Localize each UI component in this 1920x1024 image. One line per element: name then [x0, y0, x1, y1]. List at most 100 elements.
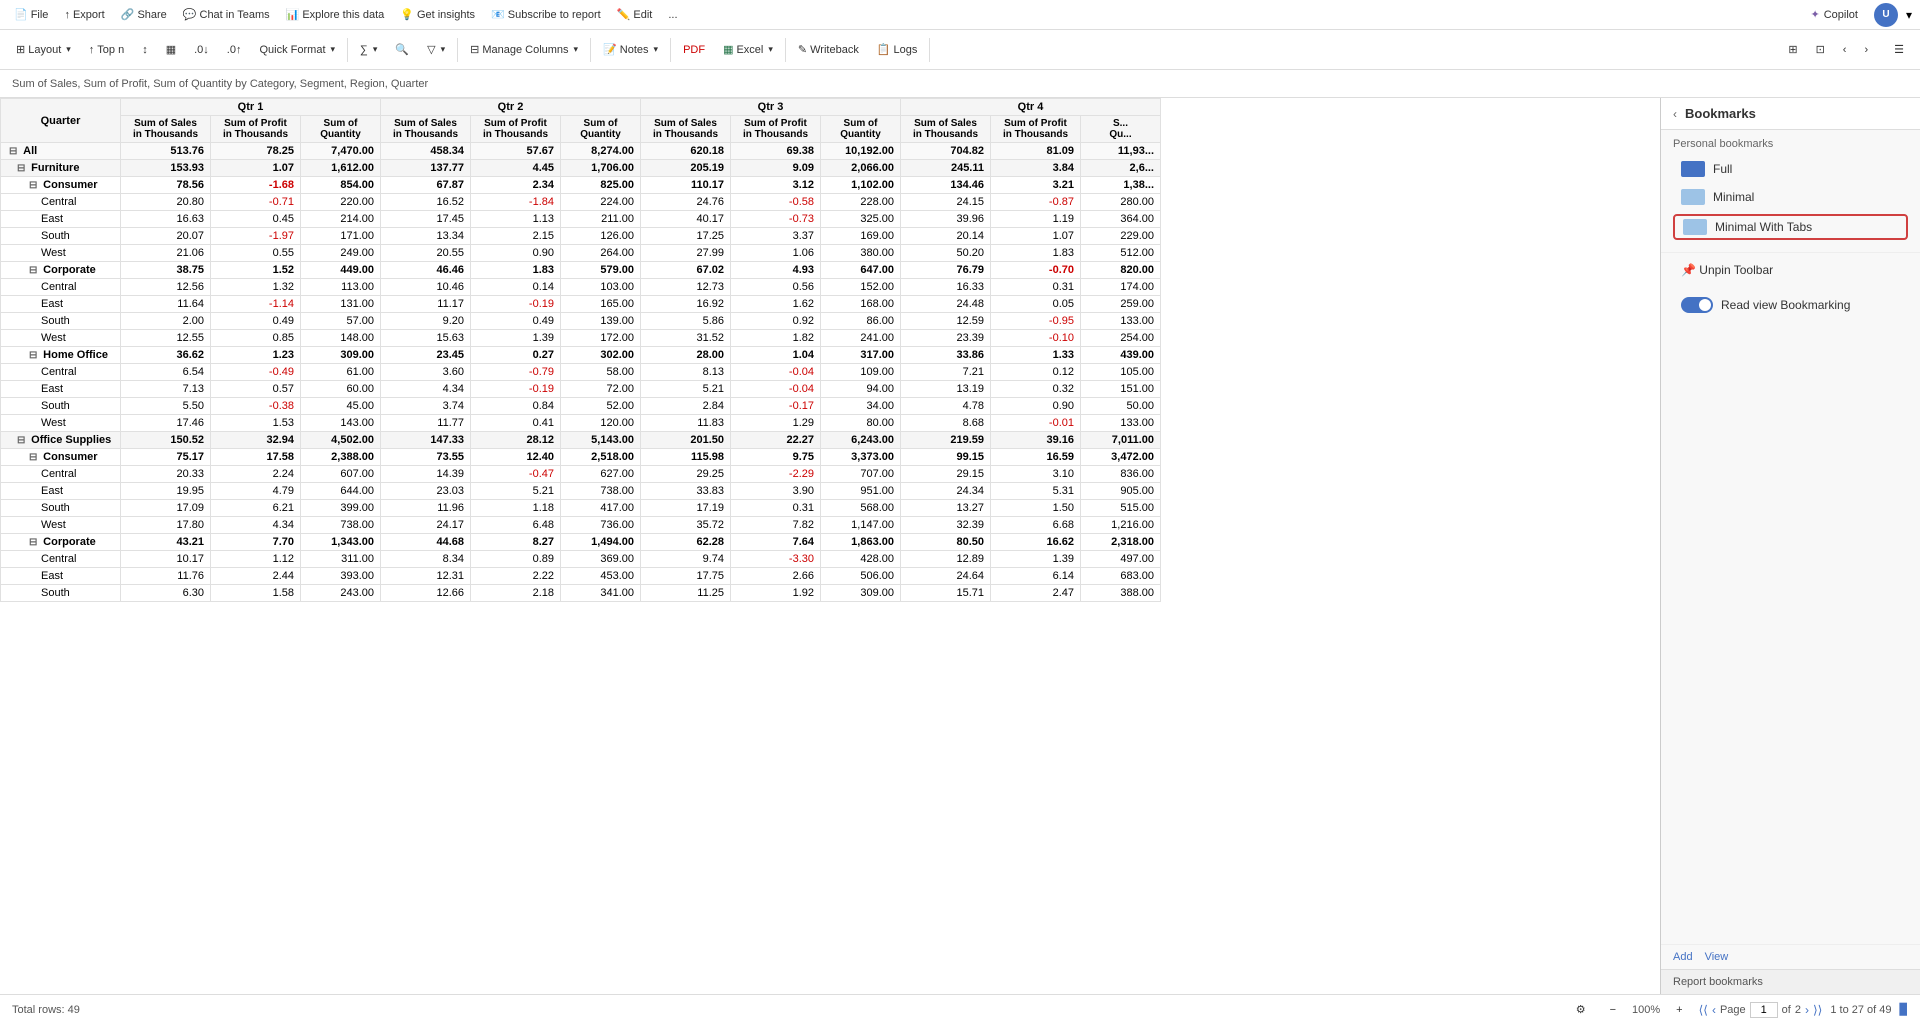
row-value: 1,216.00 — [1081, 517, 1161, 534]
top-n-button[interactable]: ↑ Top n — [81, 41, 132, 59]
menu-edit[interactable]: ✏️ Edit — [611, 6, 659, 23]
menu-explore[interactable]: 📊 Explore this data — [280, 6, 391, 23]
row-value: 0.31 — [731, 500, 821, 517]
row-label: South — [1, 228, 121, 245]
pdf-button[interactable]: PDF — [675, 41, 713, 59]
sum-button[interactable]: ∑ — [352, 41, 385, 59]
bookmark-full[interactable]: Full — [1673, 156, 1908, 182]
section-title: Personal bookmarks — [1673, 138, 1908, 150]
row-value: 0.85 — [211, 330, 301, 347]
view-tab[interactable]: View — [1701, 949, 1733, 965]
prev-page-button[interactable]: ‹ — [1712, 1003, 1716, 1017]
menu-export[interactable]: ↑ Export — [58, 7, 110, 23]
excel-button[interactable]: ▦ Excel — [715, 40, 781, 59]
decimal-down-button[interactable]: .0↓ — [186, 41, 217, 59]
expand-row-icon[interactable]: ⊟ — [9, 146, 20, 157]
row-value: 820.00 — [1081, 262, 1161, 279]
row-value: 0.45 — [211, 211, 301, 228]
copilot-button[interactable]: ✦ Copilot — [1803, 5, 1866, 24]
expand-panel-button[interactable]: ⊞ — [1780, 40, 1805, 59]
page-input[interactable] — [1750, 1002, 1778, 1018]
divider-1 — [347, 38, 348, 62]
q2-sales-header: Sum of Salesin Thousands — [381, 116, 471, 143]
table-container[interactable]: Quarter Qtr 1 Qtr 2 Qtr 3 Qtr 4 Sum of S… — [0, 98, 1660, 994]
bookmark-minimal-tabs[interactable]: Minimal With Tabs — [1673, 214, 1908, 240]
writeback-button[interactable]: ✎ Writeback — [790, 40, 867, 59]
read-view-row[interactable]: Read view Bookmarking — [1661, 287, 1920, 323]
expand-row-icon[interactable]: ⊟ — [17, 435, 28, 446]
sort-asc-button[interactable]: ↕ — [134, 41, 156, 59]
row-label: ⊟ Corporate — [1, 534, 121, 551]
menu-subscribe[interactable]: 📧 Subscribe to report — [485, 6, 607, 23]
table-row: ⊟ All513.7678.257,470.00458.3457.678,274… — [1, 143, 1161, 160]
row-value: 4.34 — [211, 517, 301, 534]
view-mode-button[interactable]: ⊡ — [1808, 40, 1833, 59]
zoom-in-button[interactable]: + — [1668, 1001, 1690, 1019]
manage-columns-button[interactable]: ⊟ Manage Columns — [462, 40, 586, 59]
row-value: -0.58 — [731, 194, 821, 211]
row-value: 1.18 — [471, 500, 561, 517]
notes-button[interactable]: 📝 Notes — [595, 40, 666, 59]
page-of-label: of — [1782, 1004, 1791, 1016]
row-value: 2.18 — [471, 585, 561, 602]
logs-button[interactable]: 📋 Logs — [869, 40, 926, 59]
report-bookmarks-footer[interactable]: Report bookmarks — [1661, 969, 1920, 994]
decimal-up-button[interactable]: .0↑ — [219, 41, 250, 59]
nav-left-button[interactable]: ‹ — [1835, 41, 1855, 59]
unpin-toolbar-button[interactable]: 📌 Unpin Toolbar — [1673, 257, 1908, 283]
row-value: 224.00 — [561, 194, 641, 211]
search-button[interactable]: 🔍 — [387, 40, 417, 59]
chevron-down-icon[interactable]: ▾ — [1906, 8, 1912, 22]
expand-row-icon[interactable]: ⊟ — [17, 163, 28, 174]
row-value: 8.13 — [641, 364, 731, 381]
writeback-icon: ✎ — [798, 43, 807, 56]
zoom-out-button[interactable]: − — [1602, 1001, 1624, 1019]
settings-button[interactable]: ⚙ — [1568, 1000, 1594, 1019]
row-value: 5.50 — [121, 398, 211, 415]
menu-chat-teams[interactable]: 💬 Chat in Teams — [177, 6, 276, 23]
row-value: 2.22 — [471, 568, 561, 585]
add-tab[interactable]: Add — [1669, 949, 1697, 965]
qtr3-header: Qtr 3 — [641, 99, 901, 116]
nav-right-button[interactable]: › — [1856, 41, 1876, 59]
expand-row-icon[interactable]: ⊟ — [29, 537, 40, 548]
row-value: 254.00 — [1081, 330, 1161, 347]
expand-row-icon[interactable]: ⊟ — [29, 350, 40, 361]
bookmark-list-button[interactable]: ☰ — [1886, 40, 1912, 59]
expand-row-icon[interactable]: ⊟ — [29, 452, 40, 463]
row-value: 67.02 — [641, 262, 731, 279]
menu-insights[interactable]: 💡 Get insights — [394, 6, 481, 23]
read-view-toggle[interactable] — [1681, 297, 1713, 313]
menu-file[interactable]: 📄 File — [8, 6, 54, 23]
row-value: 1.53 — [211, 415, 301, 432]
menu-more[interactable]: ... — [662, 7, 683, 23]
row-value: 2.34 — [471, 177, 561, 194]
bookmark-minimal[interactable]: Minimal — [1673, 184, 1908, 210]
row-value: -0.17 — [731, 398, 821, 415]
menu-share[interactable]: 🔗 Share — [115, 6, 173, 23]
expand-row-icon[interactable]: ⊟ — [29, 265, 40, 276]
q2-qty-header: Sum ofQuantity — [561, 116, 641, 143]
read-view-toggle-row[interactable]: Read view Bookmarking — [1673, 291, 1908, 319]
table-row: Central20.80-0.71220.0016.52-1.84224.002… — [1, 194, 1161, 211]
row-value: 134.46 — [901, 177, 991, 194]
layout-icon: ⊞ — [16, 43, 25, 56]
next-page-button[interactable]: › — [1805, 1003, 1809, 1017]
row-value: 16.92 — [641, 296, 731, 313]
user-avatar[interactable]: U — [1874, 3, 1898, 27]
expand-row-icon[interactable]: ⊟ — [29, 180, 40, 191]
row-label-text: Home Office — [43, 349, 108, 361]
row-value: 3.90 — [731, 483, 821, 500]
top-n-icon: ↑ — [89, 44, 95, 56]
last-page-button[interactable]: ⟩⟩ — [1813, 1003, 1822, 1017]
read-view-label: Read view Bookmarking — [1721, 298, 1850, 312]
row-value: 241.00 — [821, 330, 901, 347]
row-value: 214.00 — [301, 211, 381, 228]
panel-back-icon[interactable]: ‹ — [1673, 107, 1677, 121]
quick-format-button[interactable]: Quick Format — [251, 41, 343, 59]
filter-button[interactable]: ▽ — [419, 40, 453, 59]
table-row: ⊟ Corporate38.751.52449.0046.461.83579.0… — [1, 262, 1161, 279]
conditional-format-button[interactable]: ▦ — [158, 40, 184, 59]
first-page-button[interactable]: ⟨⟨ — [1699, 1003, 1708, 1017]
layout-button[interactable]: ⊞ Layout — [8, 40, 79, 59]
